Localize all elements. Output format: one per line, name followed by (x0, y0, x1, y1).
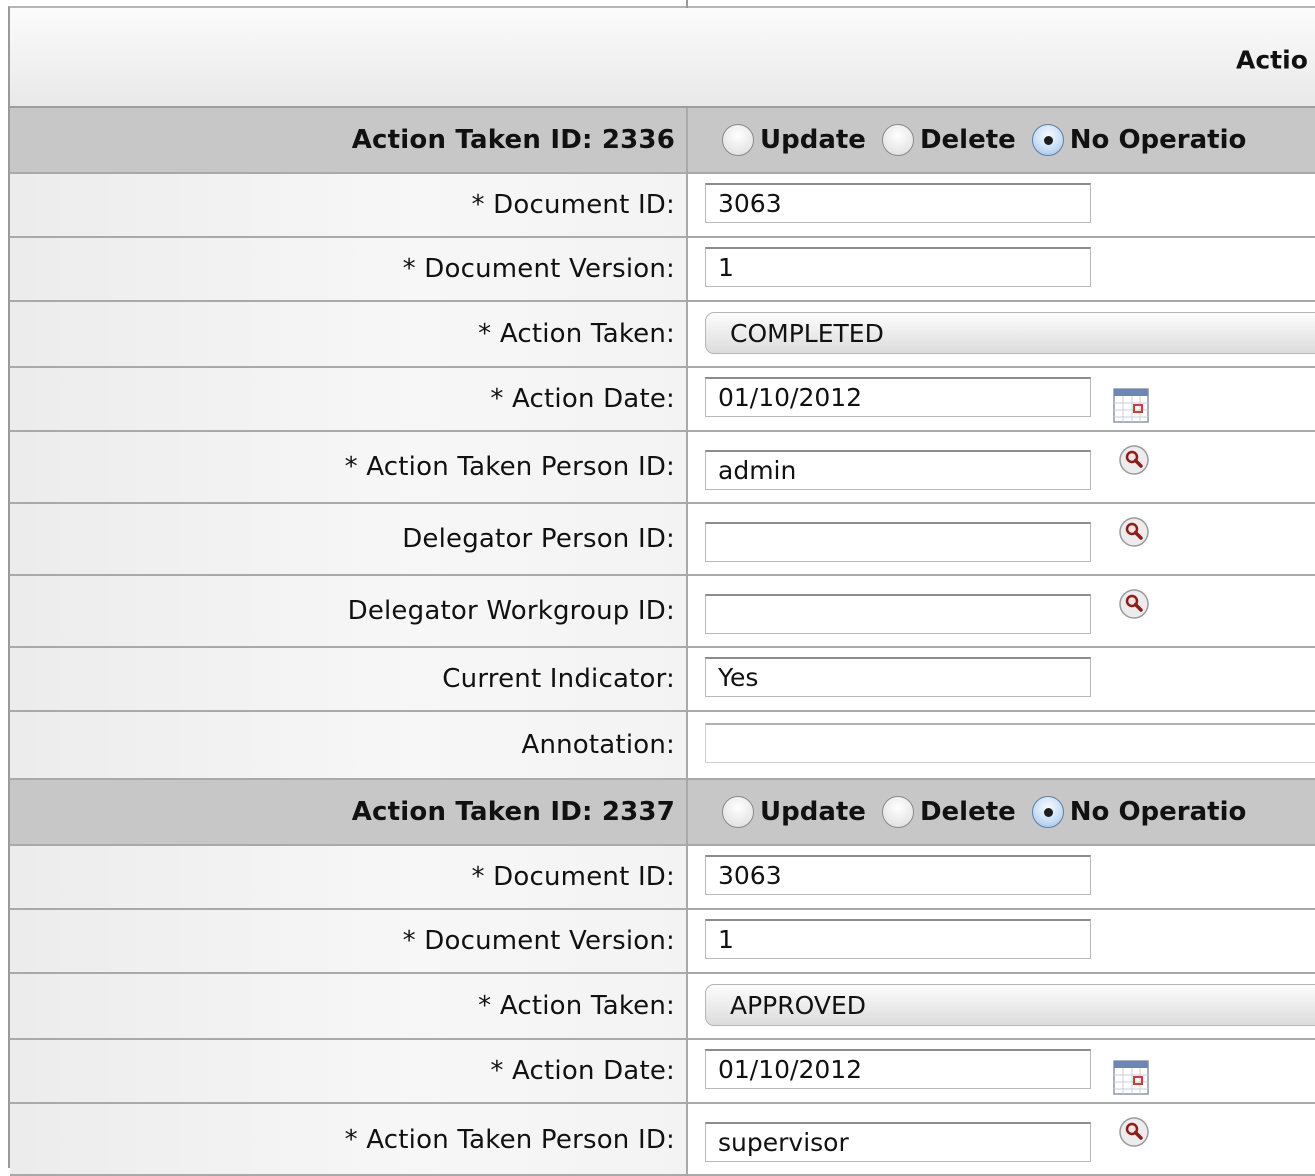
form-row: * Action Taken: COMPLETED (10, 302, 1315, 368)
field-label: * Action Taken Person ID: (344, 1125, 675, 1155)
document-version-input[interactable]: 1 (705, 919, 1091, 959)
radio-button[interactable] (722, 796, 754, 828)
calendar-icon[interactable] (1112, 1058, 1152, 1098)
action-taken-person-id-input[interactable]: supervisor (705, 1122, 1091, 1162)
section-header-row: Action Taken ID: 2337 Update Delete No O… (10, 780, 1315, 846)
field-label: Current Indicator: (442, 664, 675, 694)
radio-button[interactable] (881, 124, 914, 156)
form-row: * Action Taken Person ID: admin (10, 432, 1315, 504)
form-row: * Document Version: 1 (10, 238, 1315, 302)
delegator-workgroup-id-input[interactable] (705, 594, 1091, 634)
form-row: * Action Date: 01/10/2012 (10, 368, 1315, 432)
radio-update[interactable]: Update (722, 124, 866, 156)
radio-button-selected[interactable] (1031, 124, 1064, 156)
radio-button-selected[interactable] (1031, 796, 1064, 828)
document-version-input[interactable]: 1 (705, 247, 1091, 287)
form-row: Current Indicator: Yes (10, 648, 1315, 712)
radio-delete[interactable]: Delete (881, 796, 1016, 828)
form-row: Annotation: (10, 712, 1315, 780)
field-label: * Document Version: (402, 254, 675, 284)
radio-delete[interactable]: Delete (881, 124, 1016, 156)
radio-update[interactable]: Update (722, 796, 866, 828)
form-row: * Action Taken: APPROVED (10, 974, 1315, 1040)
radio-button[interactable] (722, 124, 754, 156)
field-label: Annotation: (521, 730, 675, 760)
calendar-icon[interactable] (1112, 386, 1152, 426)
magnifier-lookup-icon[interactable] (1118, 444, 1150, 476)
form-row: * Document Version: 1 (10, 910, 1315, 974)
action-taken-select[interactable]: APPROVED (705, 984, 1315, 1026)
radio-button[interactable] (881, 796, 914, 828)
action-taken-person-id-input[interactable]: admin (705, 450, 1091, 490)
panel-header: Actio (10, 8, 1315, 108)
action-date-input[interactable]: 01/10/2012 (705, 1049, 1091, 1089)
delegator-person-id-input[interactable] (705, 522, 1091, 562)
field-label: * Action Date: (490, 384, 675, 414)
magnifier-lookup-icon[interactable] (1118, 1116, 1150, 1148)
annotation-input[interactable] (705, 723, 1315, 763)
magnifier-lookup-icon[interactable] (1118, 516, 1150, 548)
form-row: * Document ID: 3063 (10, 174, 1315, 238)
operation-radio-group: Update Delete No Operatio (722, 780, 1262, 844)
divider (686, 0, 688, 8)
form-row: * Action Taken Person ID: supervisor (10, 1104, 1315, 1176)
form-row: * Document ID: 3063 (10, 846, 1315, 910)
field-label: * Document ID: (471, 190, 675, 220)
section-header-row: Action Taken ID: 2336 Update Delete No O… (10, 108, 1315, 174)
field-label: * Action Taken: (478, 319, 675, 349)
form-row: * Action Date: 01/10/2012 (10, 1040, 1315, 1104)
magnifier-lookup-icon[interactable] (1118, 588, 1150, 620)
field-label: * Action Date: (490, 1056, 675, 1086)
section-title: Action Taken ID: 2337 (351, 797, 675, 827)
radio-no-operation[interactable]: No Operatio (1031, 124, 1246, 156)
radio-no-operation[interactable]: No Operatio (1031, 796, 1246, 828)
field-label: Delegator Person ID: (402, 524, 675, 554)
current-indicator-field[interactable]: Yes (705, 657, 1091, 697)
section-title: Action Taken ID: 2336 (351, 125, 675, 155)
form-row: Delegator Workgroup ID: (10, 576, 1315, 648)
action-date-input[interactable]: 01/10/2012 (705, 377, 1091, 417)
field-label: * Action Taken: (478, 991, 675, 1021)
field-label: * Action Taken Person ID: (344, 452, 675, 482)
field-label: * Document ID: (471, 862, 675, 892)
field-label: Delegator Workgroup ID: (347, 596, 675, 626)
document-id-input[interactable]: 3063 (705, 183, 1091, 223)
operation-radio-group: Update Delete No Operatio (722, 108, 1262, 172)
action-taken-select[interactable]: COMPLETED (705, 312, 1315, 354)
document-id-input[interactable]: 3063 (705, 855, 1091, 895)
panel-title: Actio (1236, 45, 1308, 75)
field-label: * Document Version: (402, 926, 675, 956)
form-row: Delegator Person ID: (10, 504, 1315, 576)
